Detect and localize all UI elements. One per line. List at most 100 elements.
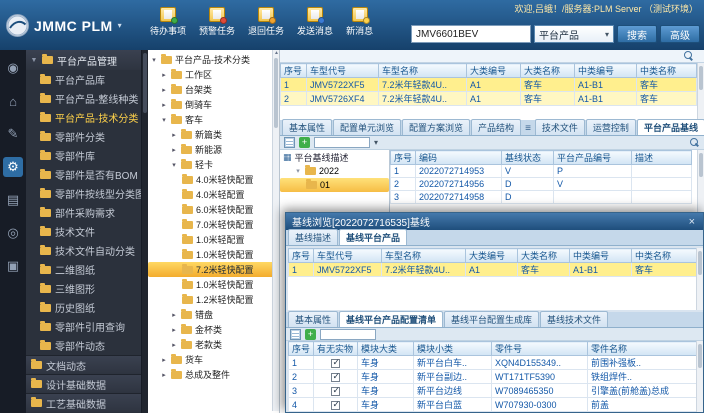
tree-leaf-config[interactable]: 6.0米轻快配置 (148, 202, 279, 217)
toolbar-item-todo[interactable]: 待办事项 (150, 7, 186, 37)
tab-baseline-config-generate[interactable]: 基线平台配置生成库 (444, 311, 540, 327)
has-physical-checkbox[interactable] (331, 385, 340, 396)
baseline-tree-node-2022[interactable]: ▾ 2022 (280, 164, 389, 178)
part-name-link[interactable]: 引擎盖(前舱盖)总成 (587, 383, 701, 398)
tree-node-truck[interactable]: ▸ 货车 (148, 352, 279, 367)
tree-leaf-config[interactable]: 1.2米轻快配置 (148, 292, 279, 307)
table-row[interactable]: 1 JMV5722XF5 7.2米年轻款4U.. A1 客车 A1-B1 客车 (288, 262, 699, 277)
database-icon[interactable]: ▤ (3, 190, 23, 210)
tree-leaf-config[interactable]: 7.0米轻快配置 (148, 217, 279, 232)
nav-item-part-activity[interactable]: 零部件动态 (26, 336, 148, 355)
expander-icon[interactable]: ▼ (30, 57, 38, 64)
tab-overflow-icon[interactable]: ≡ (522, 123, 534, 135)
table-row[interactable]: 1 2022072714953 V P (390, 164, 693, 178)
col-header[interactable]: 模块小类 (413, 341, 493, 356)
grid-view-icon[interactable] (290, 328, 301, 340)
tab-baseline-description[interactable]: 基线描述 (288, 229, 339, 245)
tab-basic-attributes[interactable]: 基本属性 (288, 311, 339, 327)
col-header[interactable]: 中类编号 (574, 63, 637, 78)
part-number-link[interactable]: WT171TF5390 (491, 369, 589, 384)
tree-scrollbar[interactable]: ▲ (272, 50, 279, 411)
nav-item-platform-product-line-types[interactable]: 平台产品-整线种类 (26, 89, 148, 108)
nav-item-part-has-bom[interactable]: 零部件是否有BOM (26, 165, 148, 184)
col-header[interactable]: 平台产品编号 (553, 150, 633, 165)
col-header[interactable]: 序号 (280, 63, 307, 78)
table-row[interactable]: 1 车身 新平台白车.. XQN4D155349.. 前围补强板.. (288, 355, 701, 370)
col-header[interactable]: 大类名称 (520, 63, 575, 78)
nav-item-part-library[interactable]: 零部件库 (26, 146, 148, 165)
col-header[interactable]: 序号 (288, 341, 315, 356)
nav-scrollbar[interactable] (141, 50, 148, 413)
nav-item-3d-models[interactable]: 三维图形 (26, 279, 148, 298)
nav-item-tech-documents[interactable]: 技术文件 (26, 222, 148, 241)
tab-config-plan-view[interactable]: 配置方案浏览 (402, 119, 471, 135)
col-header[interactable]: 车型代号 (306, 63, 379, 78)
table-row[interactable]: 2 2022072714956 D V (390, 177, 693, 191)
home-icon[interactable]: ⌂ (3, 91, 23, 111)
tree-node-bus[interactable]: ▾ 客车 (148, 112, 279, 127)
nav-section-document-activity[interactable]: 文档动态 (26, 355, 148, 374)
table-row[interactable]: 2 车身 新平台副边.. WT171TF5390 铁组焊件.. (288, 369, 701, 384)
col-header[interactable]: 有无实物 (313, 341, 359, 356)
tree-node-assemblies[interactable]: ▸ 总成及整件 (148, 367, 279, 382)
add-icon[interactable]: + (299, 137, 310, 148)
search-icon[interactable] (684, 51, 694, 61)
part-number-link[interactable]: W707930-0300 (491, 397, 589, 412)
part-number-link[interactable]: XQN4D155349.. (491, 355, 589, 370)
tree-node-workspace[interactable]: ▸ 工作区 (148, 67, 279, 82)
tree-leaf-config-selected[interactable]: 7.2米轻快配置 (148, 262, 279, 277)
advanced-search-button[interactable]: 高级 (660, 25, 700, 43)
tab-basic-attributes[interactable]: 基本属性 (282, 119, 333, 135)
has-physical-checkbox[interactable] (331, 357, 340, 368)
col-header[interactable]: 大类名称 (517, 248, 571, 263)
tab-baseline-config-list[interactable]: 基线平台产品配置清单 (339, 311, 444, 327)
toolbar-item-send-message[interactable]: 发送消息 (297, 7, 333, 37)
baseline-tree-node-01[interactable]: 01 (280, 178, 389, 192)
grid-view-icon[interactable] (284, 137, 295, 148)
tree-leaf-config[interactable]: 1.0米轻快配置 (148, 277, 279, 292)
tree-leaf-config[interactable]: 4.0米轻快配置 (148, 172, 279, 187)
part-name-link[interactable]: 前盖 (587, 397, 701, 412)
system-config-icon[interactable]: ⚙ (3, 157, 23, 177)
results-scrollbar[interactable] (697, 63, 704, 120)
col-header[interactable]: 序号 (390, 150, 417, 165)
parts-filter-input[interactable] (320, 328, 376, 340)
part-name-link[interactable]: 前围补强板.. (587, 355, 701, 370)
tab-platform-product-baseline[interactable]: 平台产品基线 (636, 119, 704, 135)
add-icon[interactable]: + (305, 328, 316, 340)
part-name-link[interactable]: 铁组焊件.. (587, 369, 701, 384)
has-physical-checkbox[interactable] (331, 399, 340, 410)
baseline-code-link[interactable]: 2022072714956 (415, 177, 503, 191)
dialog-table-scrollbar[interactable] (696, 248, 703, 310)
col-header[interactable]: 零件号 (491, 341, 589, 356)
col-header[interactable]: 车型名称 (378, 63, 467, 78)
baseline-code-link[interactable]: 2022072714953 (415, 164, 503, 178)
tree-node-light-truck[interactable]: ▾ 轻卡 (148, 157, 279, 172)
tab-config-unit-view[interactable]: 配置单元浏览 (333, 119, 402, 135)
col-header[interactable]: 模块大类 (357, 341, 415, 356)
tab-tech-documents[interactable]: 技术文件 (534, 119, 585, 135)
tree-node-root[interactable]: ▾ 平台产品-技术分类 (148, 52, 279, 67)
toolbar-item-new-message[interactable]: 新消息 (346, 7, 373, 37)
tree-node-new-energy[interactable]: ▸ 新能源 (148, 142, 279, 157)
app-logo[interactable]: JMMC PLM ▾ (6, 14, 122, 37)
dialog-parts-scrollbar[interactable] (696, 341, 703, 412)
tree-node-tricycle[interactable]: ▸ 倒骑车 (148, 97, 279, 112)
toolbar-item-alert-tasks[interactable]: 预警任务 (199, 7, 235, 37)
dialog-titlebar[interactable]: 基线浏览[2022072716535]基线 × (286, 213, 703, 230)
col-header[interactable]: 大类编号 (465, 248, 519, 263)
col-header[interactable]: 大类编号 (466, 63, 521, 78)
tree-node-misc-2[interactable]: ▸ 金杯类 (148, 322, 279, 337)
nav-root-platform-product-mgmt[interactable]: ▼ 平台产品管理 (26, 50, 148, 70)
tree-node-bench[interactable]: ▸ 台架类 (148, 82, 279, 97)
nav-item-part-purchase-demand[interactable]: 部件采购需求 (26, 203, 148, 222)
tree-node-misc-1[interactable]: ▸ 错盘 (148, 307, 279, 322)
tree-node-new-series[interactable]: ▸ 新篇类 (148, 127, 279, 142)
tree-node-misc-3[interactable]: ▸ 老款类 (148, 337, 279, 352)
tab-baseline-platform-products[interactable]: 基线平台产品 (339, 229, 408, 245)
tab-product-structure[interactable]: 产品结构 (471, 119, 522, 135)
baseline-filter-input[interactable] (314, 137, 370, 148)
tree-leaf-config[interactable]: 4.0米轻配置 (148, 187, 279, 202)
table-row[interactable]: 3 2022072714958 D (390, 190, 693, 204)
table-row[interactable]: 4 车身 新平台白蓝 W707930-0300 前盖 (288, 397, 701, 412)
